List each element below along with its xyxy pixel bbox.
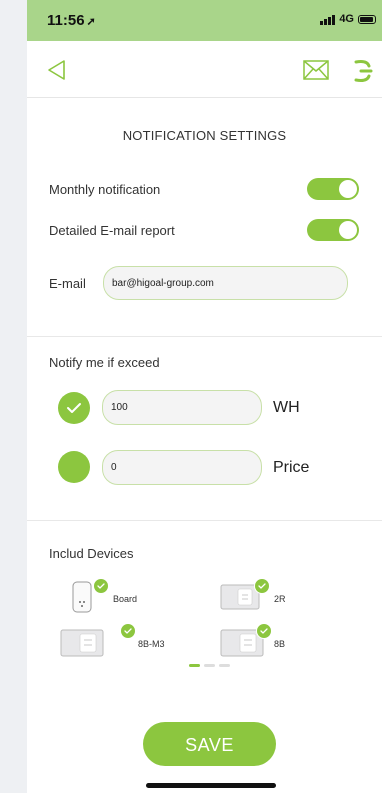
home-indicator[interactable] <box>146 783 276 788</box>
status-bar: 11:56 ➚ 4G <box>27 0 382 41</box>
notify-heading: Notify me if exceed <box>49 355 160 370</box>
email-field[interactable] <box>103 266 348 300</box>
menu-icon[interactable] <box>353 58 375 84</box>
location-arrow-icon: ➚ <box>86 16 96 28</box>
price-unit-label: Price <box>273 459 310 476</box>
device-board[interactable]: Board <box>69 578 169 614</box>
page-indicator[interactable] <box>189 664 230 667</box>
page-dot[interactable] <box>204 664 215 667</box>
wall-switch-icon <box>60 629 104 657</box>
checkmark-icon <box>260 628 268 634</box>
nav-bar <box>27 41 382 98</box>
toggle-knob <box>339 180 357 198</box>
device-8b[interactable]: 8B <box>220 623 320 660</box>
phone-screen: 11:56 ➚ 4G NOTIFICATION SETTINGS Monthly … <box>27 0 382 793</box>
detailed-email-label: Detailed E-mail report <box>49 223 175 238</box>
device-8b-m3[interactable]: 8B-M3 <box>60 623 170 660</box>
status-indicators: 4G <box>320 13 376 25</box>
page-dot[interactable] <box>219 664 230 667</box>
checkmark-icon <box>67 403 81 413</box>
smart-plug-icon <box>72 581 92 613</box>
devices-heading: Includ Devices <box>49 546 134 561</box>
battery-icon <box>358 14 376 24</box>
email-label: E-mail <box>49 276 86 291</box>
signal-icon <box>320 14 336 25</box>
device-check-badge <box>254 578 270 594</box>
device-check-badge <box>120 623 136 639</box>
device-2r[interactable]: 2R <box>220 578 320 614</box>
device-check-badge <box>93 578 109 594</box>
detailed-email-toggle[interactable] <box>307 219 359 241</box>
checkmark-icon <box>124 628 132 634</box>
save-button[interactable]: SAVE <box>143 722 276 766</box>
price-threshold-input[interactable] <box>102 450 262 485</box>
back-triangle-icon[interactable] <box>47 59 67 81</box>
divider <box>27 520 382 521</box>
toggle-knob <box>339 221 357 239</box>
wh-threshold-input[interactable] <box>102 390 262 425</box>
monthly-notification-label: Monthly notification <box>49 182 161 197</box>
page-dot[interactable] <box>189 664 200 667</box>
device-check-badge <box>256 623 272 639</box>
wh-unit-label: WH <box>273 399 300 416</box>
network-label: 4G <box>339 13 354 25</box>
checkmark-icon <box>97 583 105 589</box>
device-label: 8B <box>274 639 286 649</box>
page-title: NOTIFICATION SETTINGS <box>122 128 287 143</box>
device-label: 8B-M3 <box>138 639 165 649</box>
device-label: Board <box>113 594 138 604</box>
checkmark-icon <box>258 583 266 589</box>
device-label: 2R <box>274 594 286 604</box>
price-check[interactable] <box>58 451 90 483</box>
monthly-notification-toggle[interactable] <box>307 178 359 200</box>
mail-icon[interactable] <box>303 60 329 80</box>
wh-check[interactable] <box>58 392 90 424</box>
divider <box>27 336 382 337</box>
status-time: 11:56 ➚ <box>47 12 96 29</box>
